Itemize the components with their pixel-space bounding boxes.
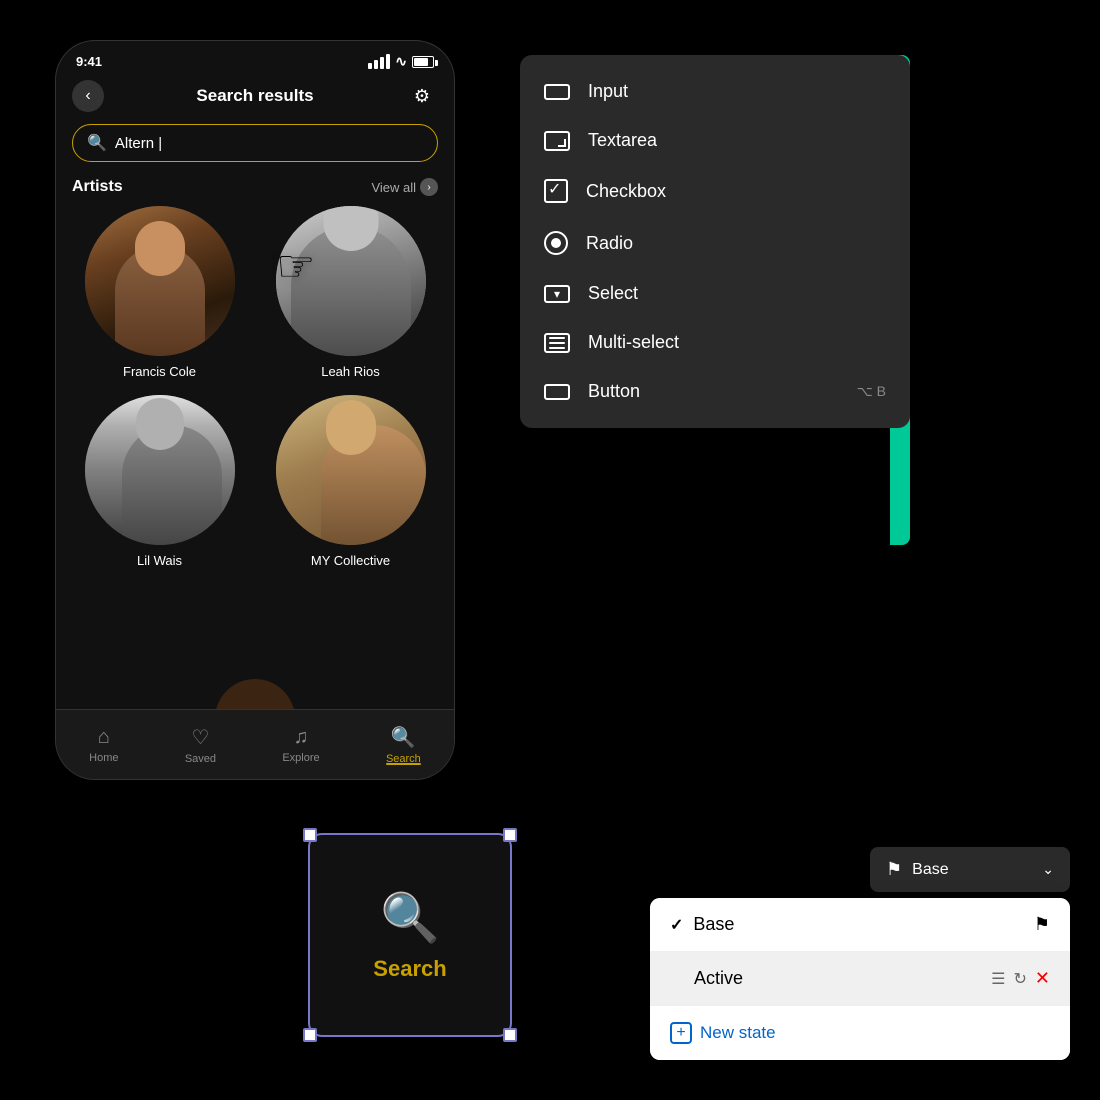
menu-item-checkbox[interactable]: Checkbox [520,165,910,217]
resize-handle-bl[interactable] [303,1028,317,1042]
artists-title: Artists [72,178,123,196]
menu-label-radio: Radio [586,233,633,254]
state-actions: ☰ ↻ ✕ [991,968,1050,989]
artist-avatar [276,395,426,545]
textarea-icon [544,131,570,151]
state-item-new[interactable]: + New state [650,1006,1070,1060]
flag-icon: ⚑ [886,859,902,880]
menu-label-input: Input [588,81,628,102]
home-icon: ⌂ [98,726,110,749]
artist-avatar [85,206,235,356]
input-icon [544,84,570,100]
artist-avatar [276,206,426,356]
menu-item-multiselect[interactable]: Multi-select [520,318,910,367]
nav-item-search[interactable]: 🔍 Search [386,725,421,765]
explore-icon: ♫ [293,726,308,749]
menu-label-textarea: Textarea [588,130,657,151]
new-state-label: New state [700,1023,776,1043]
button-shortcut: ⌥ B [857,383,886,400]
wifi-icon: ∿ [395,53,407,70]
back-button[interactable]: ‹ [72,80,104,112]
signal-icon [368,54,390,69]
nav-label-home: Home [89,752,118,764]
dropdown-menu: Input Textarea Checkbox Radio Select Mul… [520,55,910,428]
bottom-nav: ⌂ Home ♡ Saved ♫ Explore 🔍 Search [56,709,454,779]
nav-label-explore: Explore [282,752,319,764]
artist-name: MY Collective [311,553,390,568]
menu-label-button: Button [588,381,640,402]
nav-active-indicator [386,763,421,765]
nav-item-saved[interactable]: ♡ Saved [185,725,216,765]
chevron-down-icon: ⌄ [1042,861,1054,878]
artist-item[interactable]: Francis Cole [72,206,247,379]
state-list: ✓ Base ⚑ Active ☰ ↻ ✕ + New state [650,898,1070,1060]
nav-label-saved: Saved [185,753,216,765]
nav-item-explore[interactable]: ♫ Explore [282,726,319,764]
menu-label-multiselect: Multi-select [588,332,679,353]
saved-icon: ♡ [191,725,209,750]
artist-item[interactable]: Lil Wais [72,395,247,568]
phone-header: ‹ Search results ⚙ [56,74,454,120]
search-component-icon: 🔍 [380,889,440,946]
artist-item[interactable]: Leah Rios [263,206,438,379]
state-item-base[interactable]: ✓ Base ⚑ [650,898,1070,952]
search-nav-icon: 🔍 [391,725,416,750]
reset-icon[interactable]: ↻ [1014,969,1027,989]
settings-button[interactable]: ⚙ [406,80,438,112]
checkmark-icon: ✓ [670,915,683,935]
menu-item-input[interactable]: Input [520,67,910,116]
artists-section-header: Artists View all › [56,174,454,206]
menu-item-radio[interactable]: Radio [520,217,910,269]
state-name-base: Base [693,914,1023,935]
menu-label-select: Select [588,283,638,304]
menu-item-button[interactable]: Button ⌥ B [520,367,910,416]
artist-avatar [85,395,235,545]
view-all-button[interactable]: View all › [371,178,438,196]
state-dropdown-button[interactable]: ⚑ Base ⌄ [870,847,1070,892]
resize-handle-tr[interactable] [503,828,517,842]
select-icon [544,285,570,303]
state-panel: ⚑ Base ⌄ ✓ Base ⚑ Active ☰ ↻ ✕ + New sta… [650,847,1070,1060]
search-icon: 🔍 [87,133,107,153]
search-component-label: Search [373,956,446,982]
phone-mockup: 9:41 ∿ ‹ Search results ⚙ 🔍 Altern | Art… [55,40,455,780]
search-input[interactable]: Altern | [115,135,423,152]
multiselect-icon [544,333,570,353]
state-dropdown-label: Base [912,861,948,879]
new-state-button[interactable]: + New state [670,1022,776,1044]
artist-name: Francis Cole [123,364,196,379]
resize-handle-tl[interactable] [303,828,317,842]
plus-icon: + [670,1022,692,1044]
menu-item-textarea[interactable]: Textarea [520,116,910,165]
menu-label-checkbox: Checkbox [586,181,666,202]
artists-grid: Francis Cole Leah Rios Lil Wais [56,206,454,584]
artist-name: Lil Wais [137,553,182,568]
button-icon [544,384,570,400]
menu-item-select[interactable]: Select [520,269,910,318]
checkbox-icon [544,179,568,203]
radio-icon [544,231,568,255]
status-icons: ∿ [368,53,434,70]
state-item-active[interactable]: Active ☰ ↻ ✕ [650,952,1070,1006]
status-bar: 9:41 ∿ [56,41,454,74]
state-flag-icon: ⚑ [1034,914,1050,935]
battery-icon [412,56,434,68]
artist-name: Leah Rios [321,364,380,379]
search-bar[interactable]: 🔍 Altern | [72,124,438,162]
delete-icon[interactable]: ✕ [1035,968,1050,989]
search-component[interactable]: 🔍 Search [310,835,510,1035]
state-name-active: Active [670,968,981,989]
page-title: Search results [104,86,406,106]
artist-item[interactable]: MY Collective [263,395,438,568]
hamburger-icon[interactable]: ☰ [991,969,1005,989]
status-time: 9:41 [76,54,102,69]
nav-item-home[interactable]: ⌂ Home [89,726,118,764]
view-all-arrow-icon: › [420,178,438,196]
resize-handle-br[interactable] [503,1028,517,1042]
